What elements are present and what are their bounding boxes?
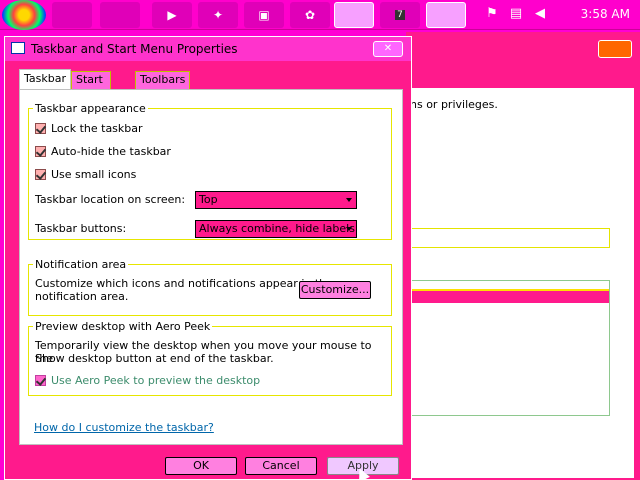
help-link[interactable]: How do I customize the taskbar?	[34, 421, 214, 434]
aero-peek-label: Use Aero Peek to preview the desktop	[51, 373, 261, 387]
appearance-group: Taskbar appearance Lock the taskbar Auto…	[28, 102, 392, 240]
peek-text-2: Show desktop button at end of the taskba…	[35, 352, 274, 365]
taskbar-window-button[interactable]	[426, 2, 466, 28]
close-icon[interactable]	[598, 40, 632, 58]
background-window: ns or privileges.	[406, 32, 640, 480]
background-text: ns or privileges.	[410, 98, 498, 111]
flag-icon[interactable]: ⚑	[484, 6, 500, 22]
lock-label: Lock the taskbar	[51, 121, 143, 135]
background-panel: ns or privileges.	[410, 88, 634, 478]
notification-text-2: notification area.	[35, 290, 129, 303]
folder-icon[interactable]: ▣	[244, 2, 284, 28]
buttons-label: Taskbar buttons:	[35, 222, 127, 235]
tab-content: Taskbar appearance Lock the taskbar Auto…	[19, 89, 403, 445]
checkbox-icon[interactable]	[35, 168, 46, 180]
notification-group: Notification area Customize which icons …	[28, 258, 392, 316]
window-icon	[11, 42, 25, 54]
gear-icon[interactable]: ✿	[290, 2, 330, 28]
dialog-title: Taskbar and Start Menu Properties	[31, 42, 238, 56]
background-field[interactable]	[410, 228, 610, 248]
peek-title: Preview desktop with Aero Peek	[33, 320, 213, 333]
tab-toolbars[interactable]: Toolbars	[135, 71, 191, 89]
chevron-down-icon	[346, 227, 352, 231]
buttons-value: Always combine, hide labels	[199, 222, 355, 235]
small-icons-checkbox[interactable]: Use small icons	[35, 167, 136, 181]
taskbar-window-button[interactable]	[334, 2, 374, 28]
customize-button[interactable]: Customize...	[299, 281, 371, 299]
notification-text-1: Customize which icons and notifications …	[35, 277, 333, 290]
small-icons-label: Use small icons	[51, 167, 137, 181]
notification-title: Notification area	[33, 258, 129, 271]
settings-icon[interactable]: ✦	[198, 2, 238, 28]
ok-button[interactable]: OK	[165, 457, 237, 475]
tab-start-menu[interactable]: Start Menu	[71, 71, 112, 102]
taskbar-window-button[interactable]: 7	[380, 2, 420, 28]
media-player-icon[interactable]: ▶	[152, 2, 192, 28]
taskbar-properties-dialog: Taskbar and Start Menu Properties ✕ Task…	[4, 36, 412, 480]
media-player-icon[interactable]	[100, 2, 140, 28]
peek-group: Preview desktop with Aero Peek Temporari…	[28, 320, 392, 396]
autohide-checkbox[interactable]: Auto-hide the taskbar	[35, 144, 171, 158]
volume-icon[interactable]: ◀	[532, 6, 548, 22]
close-button[interactable]: ✕	[373, 41, 403, 57]
tab-taskbar[interactable]: Taskbar	[19, 69, 71, 89]
taskbar-buttons-select[interactable]: Always combine, hide labels	[195, 220, 357, 238]
network-icon[interactable]: ▤	[508, 6, 524, 22]
checkbox-icon[interactable]	[35, 122, 46, 134]
checkbox-icon[interactable]	[35, 145, 46, 157]
autohide-label: Auto-hide the taskbar	[51, 144, 171, 158]
colorful-icon[interactable]	[52, 2, 92, 28]
checkbox-icon[interactable]	[35, 374, 46, 386]
lock-taskbar-checkbox[interactable]: Lock the taskbar	[35, 121, 143, 135]
background-list[interactable]	[410, 280, 610, 416]
chevron-down-icon	[346, 198, 352, 202]
location-label: Taskbar location on screen:	[35, 193, 186, 206]
location-value: Top	[199, 193, 218, 206]
location-select[interactable]: Top	[195, 191, 357, 209]
cancel-button[interactable]: Cancel	[245, 457, 317, 475]
aero-peek-checkbox[interactable]: Use Aero Peek to preview the desktop	[35, 373, 260, 387]
background-list-header	[411, 289, 609, 303]
dialog-titlebar[interactable]: Taskbar and Start Menu Properties ✕	[5, 37, 411, 61]
start-button[interactable]	[2, 0, 46, 30]
appearance-title: Taskbar appearance	[33, 102, 148, 115]
taskbar: ▶ ✦ ▣ ✿ 7 ⚑ ▤ ◀ 3:58 AM	[0, 0, 640, 30]
clock[interactable]: 3:58 AM	[581, 7, 630, 21]
